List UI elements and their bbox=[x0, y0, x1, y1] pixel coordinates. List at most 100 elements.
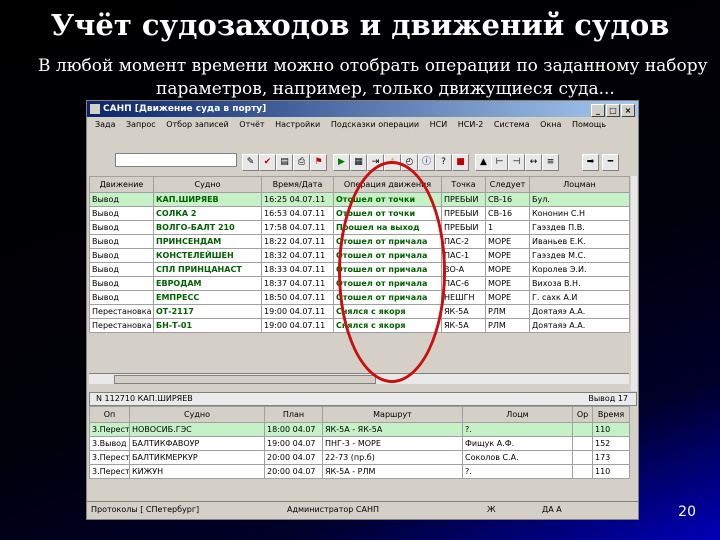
cell-pilot: Иваньев Е.К. bbox=[529, 234, 630, 249]
menu-item[interactable]: Система bbox=[494, 120, 530, 129]
cell-pilot: Вихоза В.Н. bbox=[529, 276, 630, 291]
cell-pilot: Королев Э.И. bbox=[529, 262, 630, 277]
menu-bar: Зада Запрос Отбор записей Отчёт Настройк… bbox=[87, 118, 638, 132]
cell-op: 3.Перест bbox=[89, 422, 130, 437]
column-header-pilot[interactable]: Лоцм bbox=[462, 406, 573, 423]
cell-plan: 18:00 04.07 bbox=[264, 422, 323, 437]
menu-item[interactable]: Запрос bbox=[126, 120, 156, 129]
subtitle-line-1: В любой момент времени можно отобрать оп… bbox=[38, 56, 708, 76]
horizontal-scrollbar[interactable] bbox=[89, 373, 629, 384]
list-icon[interactable]: ≡ bbox=[542, 154, 559, 171]
vertical-scrollbar[interactable] bbox=[631, 176, 637, 391]
menu-item[interactable]: НСИ bbox=[430, 120, 448, 129]
play-icon[interactable]: ▶ bbox=[333, 154, 350, 171]
cell-time: 173 bbox=[592, 450, 630, 465]
cell-pilot: ?. bbox=[462, 464, 573, 479]
menu-item[interactable]: Настройки bbox=[275, 120, 320, 129]
table-row[interactable]: 3.Перест БАЛТИКМЕРКУР 20:00 04.07 22-73 (пр… bbox=[89, 450, 630, 465]
column-header-vessel[interactable]: Судно bbox=[129, 406, 265, 423]
cell-movement: Вывод bbox=[89, 234, 154, 249]
table-row[interactable]: 3.Перест НОВОСИБ.ГЭС 18:00 04.07 ЯК-5А - ЯК… bbox=[89, 422, 630, 437]
sort-up-icon[interactable]: ▲ bbox=[475, 154, 492, 171]
edit-icon[interactable]: ✎ bbox=[242, 154, 259, 171]
cell-vessel: КИЖУН bbox=[129, 464, 265, 479]
cell-pilot: Кононин С.Н bbox=[529, 206, 630, 221]
cell-vessel: БАЛТИКМЕРКУР bbox=[129, 450, 265, 465]
page-icon[interactable]: ▤ bbox=[276, 154, 293, 171]
cell-datetime: 16:25 04.07.11 bbox=[261, 192, 334, 207]
arrow-right-icon[interactable]: ➡ bbox=[582, 154, 599, 171]
column-header-route[interactable]: Маршрут bbox=[322, 406, 463, 423]
table-row[interactable]: 3.Перест КИЖУН 20:00 04.07 ЯК-5А - РЛМ?. 110 bbox=[89, 464, 630, 479]
menu-item[interactable]: НСИ-2 bbox=[458, 120, 484, 129]
cell-vessel: БАЛТИКФАВОУР bbox=[129, 436, 265, 451]
cell-point: НЕШГН bbox=[441, 290, 486, 305]
menu-item[interactable]: Отчёт bbox=[239, 120, 264, 129]
cell-datetime: 19:00 04.07.11 bbox=[261, 318, 334, 333]
window-titlebar[interactable]: САНП [Движение суда в порту] _ □ × bbox=[87, 101, 638, 117]
resize-icon[interactable]: ↔ bbox=[525, 154, 542, 171]
cell-plan: 20:00 04.07 bbox=[264, 464, 323, 479]
record-status-text: N 112710 КАП.ШИРЯЕВ bbox=[96, 394, 193, 403]
minimize-button[interactable]: _ bbox=[591, 104, 605, 117]
scroll-thumb[interactable] bbox=[114, 375, 376, 384]
column-header-or[interactable]: Ор bbox=[572, 406, 593, 423]
cell-movement: Перестановка bbox=[89, 304, 154, 319]
column-header-pilot[interactable]: Лоцман bbox=[529, 176, 630, 193]
cell-destination: МОРЕ bbox=[485, 290, 530, 305]
cell-datetime: 17:58 04.07.11 bbox=[261, 220, 334, 235]
cell-point: ЯК-5А bbox=[441, 318, 486, 333]
app-name: САНП bbox=[103, 104, 132, 114]
cell-op: 3.Перест bbox=[89, 464, 130, 479]
help-icon[interactable]: ? bbox=[435, 154, 452, 171]
check-icon[interactable]: ✔ bbox=[259, 154, 276, 171]
status-bar-item: Администратор САНП bbox=[287, 505, 379, 514]
cell-pilot: Доятаяэ А.А. bbox=[529, 318, 630, 333]
menu-item[interactable]: Окна bbox=[540, 120, 561, 129]
cell-destination: СВ-16 bbox=[485, 192, 530, 207]
maximize-button[interactable]: □ bbox=[606, 104, 620, 117]
cell-vessel: КОНСТЕЛЕЙШЕН bbox=[153, 248, 262, 263]
cell-pilot: Соколов С.А. bbox=[462, 450, 573, 465]
stop-icon[interactable]: ■ bbox=[452, 154, 469, 171]
menu-item[interactable]: Зада bbox=[95, 120, 115, 129]
column-header-point[interactable]: Точка bbox=[441, 176, 486, 193]
grid-icon[interactable]: ▦ bbox=[350, 154, 367, 171]
column-header-movement[interactable]: Движение bbox=[89, 176, 154, 193]
tree-icon[interactable]: ⊢ bbox=[491, 154, 508, 171]
cell-pilot: Фищук А.Ф. bbox=[462, 436, 573, 451]
cell-pilot: Гаэздев П.В. bbox=[529, 220, 630, 235]
cell-movement: Вывод bbox=[89, 290, 154, 305]
cell-destination: СВ-16 bbox=[485, 206, 530, 221]
cell-vessel: БН-Т-01 bbox=[153, 318, 262, 333]
close-button[interactable]: × bbox=[621, 104, 635, 117]
table-row[interactable]: 3.Вывод БАЛТИКФАВОУР 19:00 04.07 ПНГ-3 - МО… bbox=[89, 436, 630, 451]
column-header-op[interactable]: Оп bbox=[89, 406, 130, 423]
column-header-destination[interactable]: Следует bbox=[485, 176, 530, 193]
cell-route: ПНГ-3 - МОРЕ bbox=[322, 436, 463, 451]
info-icon[interactable]: ⓘ bbox=[418, 154, 435, 171]
app-icon bbox=[90, 104, 100, 114]
print-icon[interactable]: ⎙ bbox=[293, 154, 310, 171]
cell-point: ВО-А bbox=[441, 262, 486, 277]
column-header-datetime[interactable]: Время/Дата bbox=[261, 176, 334, 193]
flag-red-icon[interactable]: ⚑ bbox=[310, 154, 327, 171]
minus-icon[interactable]: ━ bbox=[602, 154, 619, 171]
toolbar: ✎ ✔ ▤ ⎙ ⚑ ▶ ▦ ⇥ ⚠ ◴ ⓘ? ■ ▲ ⊢ ⊣ ↔ ≡ ➡ ━ bbox=[87, 151, 638, 173]
column-header-vessel[interactable]: Судно bbox=[153, 176, 262, 193]
cell-movement: Вывод bbox=[89, 276, 154, 291]
cell-pilot: Гаэздев М.С. bbox=[529, 248, 630, 263]
cell-time: 110 bbox=[592, 422, 630, 437]
cell-time: 152 bbox=[592, 436, 630, 451]
menu-item[interactable]: Подсказки операции bbox=[331, 120, 419, 129]
menu-item[interactable]: Отбор записей bbox=[166, 120, 229, 129]
menu-item[interactable]: Помощь bbox=[572, 120, 606, 129]
cell-or bbox=[572, 422, 593, 437]
cell-vessel: ВОЛГО-БАЛТ 210 bbox=[153, 220, 262, 235]
column-header-plan[interactable]: План bbox=[264, 406, 323, 423]
filter-input[interactable] bbox=[115, 153, 237, 167]
cell-route: ЯК-5А - РЛМ bbox=[322, 464, 463, 479]
column-header-time[interactable]: Время bbox=[592, 406, 630, 423]
tree2-icon[interactable]: ⊣ bbox=[508, 154, 525, 171]
cell-vessel: ЕМПРЕСС bbox=[153, 290, 262, 305]
